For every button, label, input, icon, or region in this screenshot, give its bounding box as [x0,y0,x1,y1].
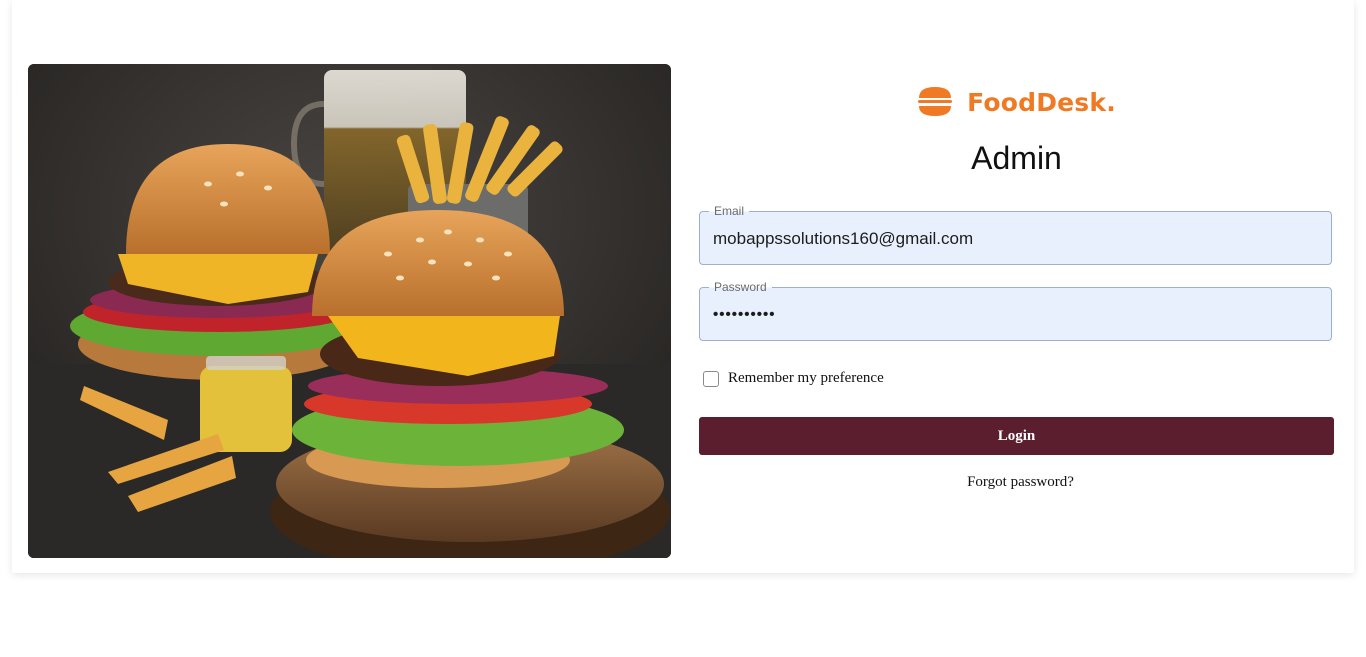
hero-image [28,64,671,558]
page-title: Admin [971,140,1062,176]
remember-checkbox[interactable] [703,370,719,387]
brand-name: FoodDesk. [967,87,1116,117]
remember-label[interactable]: Remember my preference [728,370,884,387]
email-field[interactable]: Email mobappssolutions160@gmail.com [699,204,1332,266]
burger-photo [28,64,671,558]
password-input[interactable]: •••••••••• [713,288,1313,342]
remember-preference[interactable]: Remember my preference [703,370,884,387]
forgot-password-link[interactable]: Forgot password? [699,474,1342,491]
burger-logo-icon [918,87,953,116]
brand: FoodDesk. [699,84,1334,120]
login-button[interactable]: Login [699,417,1334,455]
password-field[interactable]: Password •••••••••• [699,280,1332,342]
email-input[interactable]: mobappssolutions160@gmail.com [713,212,1313,266]
login-card: FoodDesk. Admin Email mobappssolutions16… [12,0,1354,573]
login-form: FoodDesk. Admin Email mobappssolutions16… [699,0,1334,573]
